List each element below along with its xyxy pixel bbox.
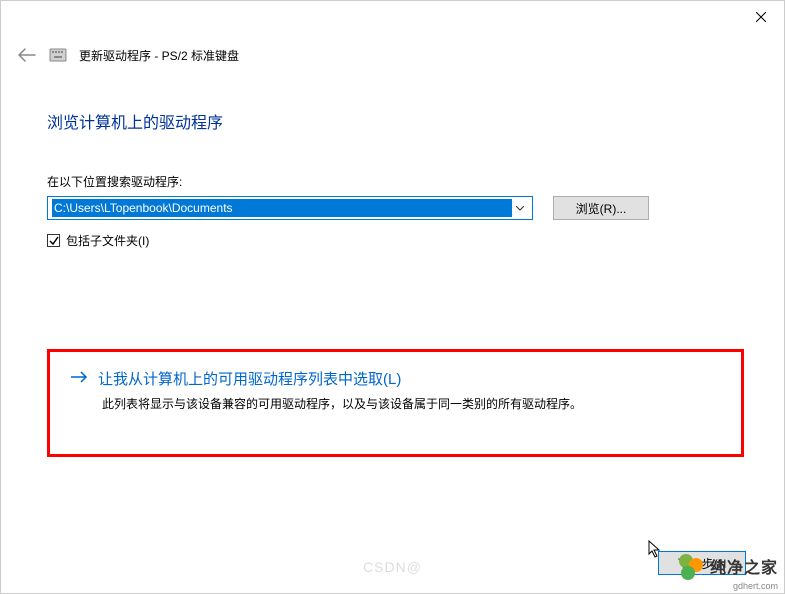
browse-label: 浏览(R)...: [576, 200, 627, 217]
device-icon: [49, 46, 67, 64]
option-header: 让我从计算机上的可用驱动程序列表中选取(L): [70, 368, 721, 389]
path-combobox[interactable]: C:\Users\LTopenbook\Documents: [47, 196, 533, 220]
header-title: 更新驱动程序 - PS/2 标准键盘: [79, 47, 239, 64]
path-value: C:\Users\LTopenbook\Documents: [52, 199, 512, 217]
pick-from-list-option[interactable]: 让我从计算机上的可用驱动程序列表中选取(L) 此列表将显示与该设备兼容的可用驱动…: [47, 349, 744, 457]
option-description: 此列表将显示与该设备兼容的可用驱动程序，以及与该设备属于同一类别的所有驱动程序。: [102, 395, 721, 413]
back-button[interactable]: [17, 45, 37, 65]
arrow-right-icon: [70, 370, 88, 387]
page-title: 浏览计算机上的驱动程序: [47, 109, 744, 133]
include-subfolders-checkbox[interactable]: [47, 234, 60, 247]
checkmark-icon: [49, 236, 59, 246]
include-subfolders-label: 包括子文件夹(I): [66, 232, 149, 249]
dialog-window: 更新驱动程序 - PS/2 标准键盘 浏览计算机上的驱动程序 在以下位置搜索驱动…: [0, 0, 785, 594]
next-button[interactable]: 下一步(N: [658, 551, 746, 575]
include-subfolders-row: 包括子文件夹(I): [47, 232, 744, 249]
back-arrow-icon: [18, 48, 36, 62]
next-label: 下一步(N: [678, 555, 727, 572]
watermark-domain: gdhert.com: [733, 581, 778, 591]
csdn-watermark: CSDN@: [363, 559, 422, 575]
content-area: 浏览计算机上的驱动程序 在以下位置搜索驱动程序: C:\Users\LTopen…: [1, 77, 784, 457]
option-title: 让我从计算机上的可用驱动程序列表中选取(L): [98, 368, 401, 389]
header: 更新驱动程序 - PS/2 标准键盘: [1, 33, 784, 77]
chevron-down-icon: [512, 206, 528, 211]
close-icon: [756, 12, 766, 22]
titlebar: [1, 1, 784, 33]
search-label: 在以下位置搜索驱动程序:: [47, 173, 744, 190]
search-row: C:\Users\LTopenbook\Documents 浏览(R)...: [47, 196, 744, 220]
footer: 下一步(N: [658, 551, 746, 575]
browse-button[interactable]: 浏览(R)...: [553, 196, 649, 220]
close-button[interactable]: [738, 2, 784, 32]
